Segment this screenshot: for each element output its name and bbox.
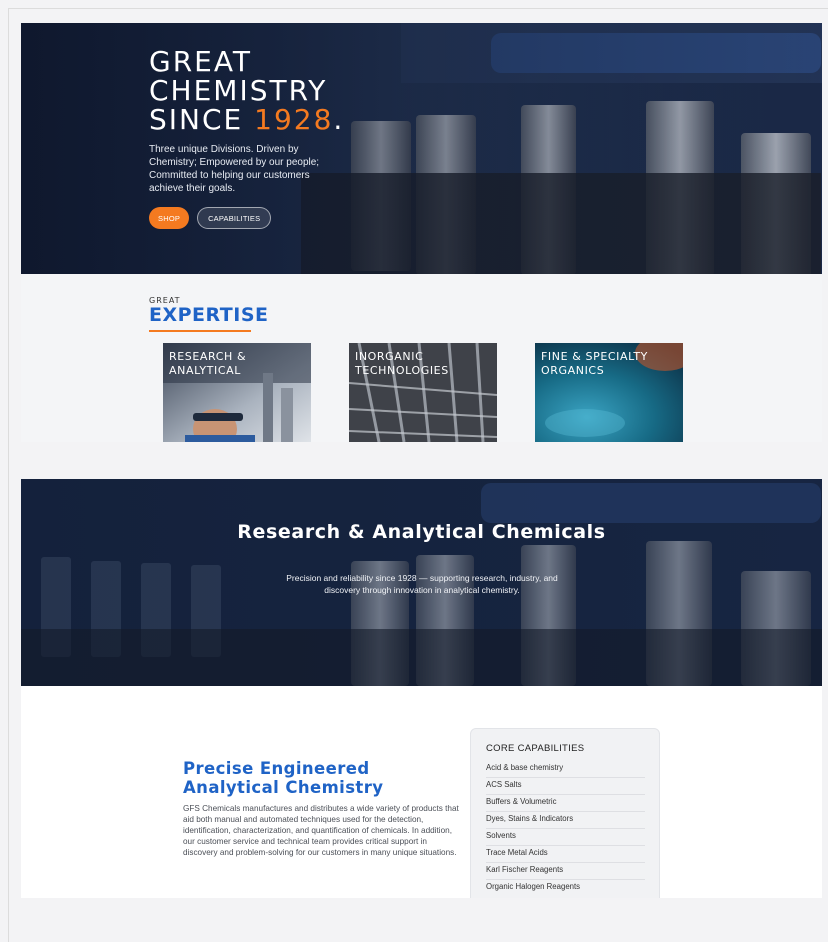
capability-item[interactable]: Dyes, Stains & Indicators [486,812,645,829]
capability-item[interactable]: Organic Halogen Reagents [486,880,645,897]
hero-section: GREAT CHEMISTRY SINCE 1928. Three unique… [21,23,822,274]
analytical-section: Precise Engineered Analytical Chemistry … [21,686,822,898]
capabilities-button[interactable]: CAPABILITIES [197,207,272,229]
shop-button[interactable]: SHOP [149,207,190,229]
hero-title-year: 1928 [254,103,334,136]
hero-title-line-3: SINCE 1928. [149,105,449,134]
hero-title-since: SINCE [149,103,255,136]
card-fine-specialty-organics[interactable]: FINE & SPECIALTY ORGANICS [535,343,683,442]
capability-item[interactable]: Trace Metal Acids [486,846,645,863]
hero-title-line-1: GREAT [149,45,252,78]
banner-subtitle: Precision and reliability since 1928 — s… [286,573,558,595]
core-capabilities-card: CORE CAPABILITIES Acid & base chemistry … [470,728,660,898]
capability-item[interactable]: Buffers & Volumetric [486,795,645,812]
core-capabilities-title: CORE CAPABILITIES [486,743,585,754]
analytical-title: Precise Engineered Analytical Chemistry [183,759,384,797]
capability-item[interactable]: ACS Salts [486,778,645,795]
hero-title-line-2: CHEMISTRY [149,74,328,107]
capability-item[interactable]: Solvents [486,829,645,846]
hero-title: GREAT CHEMISTRY SINCE 1928. [149,47,449,134]
expertise-title: EXPERTISE [149,304,269,326]
card-inorganic-technologies-label: INORGANIC TECHNOLOGIES [355,350,449,377]
expertise-underline [149,330,251,332]
card-research-analytical[interactable]: RESEARCH & ANALYTICAL [163,343,311,442]
card-fine-specialty-organics-label: FINE & SPECIALTY ORGANICS [541,350,648,377]
hero-title-period: . [333,103,345,136]
hero-description: Three unique Divisions. Driven by Chemis… [149,144,320,194]
capability-item[interactable]: Karl Fischer Reagents [486,863,645,880]
analytical-body: GFS Chemicals manufactures and distribut… [183,804,459,857]
banner-title: Research & Analytical Chemicals [237,521,606,543]
hero-content: GREAT CHEMISTRY SINCE 1928. Three unique… [149,47,449,229]
hero-buttons: SHOP CAPABILITIES [149,207,449,229]
expertise-section: GREAT EXPERTISE RESEARCH & ANALYTICAL IN… [21,274,822,442]
card-inorganic-technologies[interactable]: INORGANIC TECHNOLOGIES [349,343,497,442]
card-research-analytical-label: RESEARCH & ANALYTICAL [169,350,247,377]
research-banner-section: Research & Analytical Chemicals Precisio… [21,479,822,686]
capability-item[interactable]: Acid & base chemistry [486,761,645,778]
